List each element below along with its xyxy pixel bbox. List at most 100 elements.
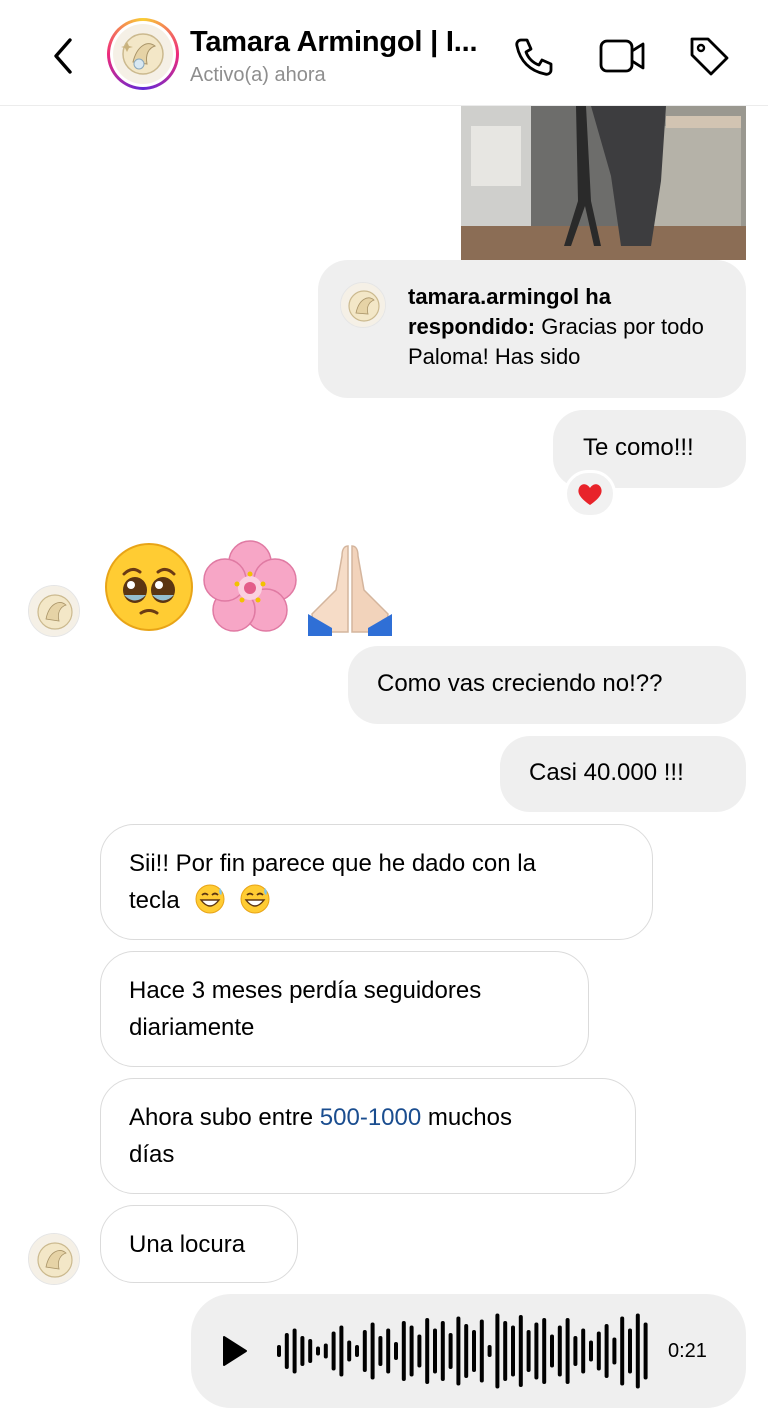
waveform-bar [518, 1315, 523, 1387]
message-text: Casi 40.000 !!! [529, 759, 684, 786]
message-sent[interactable]: Casi 40.000 !!! [500, 736, 746, 812]
message-text: Te como!!! [583, 434, 694, 461]
waveform-bar [401, 1321, 406, 1381]
waveform-bar [456, 1316, 461, 1386]
waveform-bar [277, 1345, 281, 1357]
waveform-bar [362, 1330, 367, 1372]
grinning-sweat-icon [240, 884, 270, 914]
message-received[interactable]: Hace 3 meses perdía seguidores diariamen… [100, 951, 589, 1067]
waveform-bar [409, 1325, 414, 1377]
waveform[interactable] [275, 1311, 653, 1391]
waveform-bar [378, 1336, 383, 1366]
waveform-bar [604, 1324, 609, 1378]
message-text: Hace 3 meses perdía seguidores diariamen… [129, 972, 481, 1046]
waveform-bar [300, 1336, 305, 1366]
number-link[interactable]: 500-1000 [320, 1104, 421, 1131]
waveform-bar [292, 1328, 297, 1374]
waveform-bar [479, 1319, 484, 1383]
waveform-bar [628, 1328, 632, 1374]
story-reply-avatar [340, 282, 386, 328]
avatar-illustration [29, 1234, 79, 1284]
waveform-bar [308, 1339, 313, 1363]
waveform-bar [433, 1328, 437, 1374]
play-icon [223, 1336, 247, 1366]
waveform-bar [425, 1318, 430, 1384]
photo-thumbnail [461, 106, 746, 260]
reaction-badge[interactable] [564, 470, 616, 518]
waveform-bar [386, 1328, 391, 1374]
message-segment: muchos [421, 1104, 512, 1131]
waveform-bar [581, 1328, 586, 1374]
waveform-bar [643, 1322, 648, 1380]
message-word: tecla [129, 887, 180, 914]
waveform-bar [472, 1330, 476, 1372]
video-call-button[interactable] [598, 36, 646, 81]
chevron-left-icon [54, 38, 72, 74]
waveform-bar [355, 1345, 359, 1357]
message-line: Sii!! Por fin parece que he dado con la [129, 850, 536, 877]
phone-icon [515, 38, 553, 76]
message-line: tecla [129, 882, 536, 919]
message-text: Una locura [129, 1231, 246, 1258]
waveform-bar [573, 1336, 578, 1366]
voice-duration: 0:21 [668, 1340, 707, 1362]
message-line: Hace 3 meses perdía seguidores [129, 977, 482, 1004]
message-received[interactable]: Ahora subo entre 500-1000 muchos días [100, 1078, 636, 1194]
waveform-bar [503, 1321, 508, 1381]
waveform-bar [347, 1340, 352, 1362]
waveform-bar [620, 1316, 625, 1386]
waveform-bar [284, 1333, 289, 1369]
heart-icon [578, 484, 602, 505]
message-text: Sii!! Por fin parece que he dado con la … [129, 845, 536, 919]
tag-icon [690, 37, 729, 76]
profile-avatar[interactable] [107, 18, 179, 90]
cherry-blossom-icon [203, 540, 297, 632]
chat-header: Tamara Armingol | I... Activo(a) ahora [0, 0, 768, 106]
waveform-bar [331, 1331, 336, 1371]
message-line: diariamente [129, 1014, 255, 1041]
waveform-bar [635, 1313, 640, 1389]
waveform-bar [542, 1318, 547, 1384]
waveform-bar [487, 1345, 492, 1357]
message-text: Como vas creciendo no!?? [377, 670, 663, 697]
voice-message[interactable]: 0:21 [191, 1294, 746, 1408]
waveform-bar [550, 1334, 554, 1368]
waveform-bar [589, 1340, 593, 1362]
waveform-bar [565, 1318, 570, 1384]
chat-title[interactable]: Tamara Armingol | I... [190, 26, 478, 59]
audio-call-button[interactable] [512, 36, 556, 83]
avatar-illustration [341, 283, 385, 327]
waveform-bar [394, 1342, 398, 1360]
tag-button[interactable] [686, 33, 732, 84]
waveform-bar [370, 1322, 375, 1380]
waveform-bar [316, 1346, 320, 1356]
avatar-illustration [113, 24, 173, 84]
message-sent[interactable]: Como vas creciendo no!?? [348, 646, 746, 724]
shared-photo[interactable] [461, 106, 746, 260]
waveform-bar [464, 1324, 469, 1378]
waveform-bar [557, 1325, 562, 1377]
message-line: Ahora subo entre 500-1000 muchos [129, 1099, 512, 1136]
sender-avatar[interactable] [28, 1233, 80, 1285]
message-line: días [129, 1141, 175, 1168]
waveform-bar [440, 1321, 445, 1381]
active-status: Activo(a) ahora [190, 64, 326, 86]
waveform-bar [511, 1325, 515, 1377]
play-button[interactable] [219, 1333, 251, 1369]
waveform-bar [417, 1334, 422, 1368]
message-received[interactable]: Sii!! Por fin parece que he dado con la … [100, 824, 653, 940]
emoji-message[interactable] [102, 540, 402, 636]
back-button[interactable] [44, 34, 84, 78]
waveform-bar [448, 1333, 453, 1369]
avatar-illustration [29, 586, 79, 636]
sender-avatar[interactable] [28, 585, 80, 637]
waveform-bar [612, 1337, 617, 1365]
waveform-bar [323, 1343, 328, 1359]
message-received[interactable]: Una locura [100, 1205, 298, 1283]
message-text: Ahora subo entre 500-1000 muchos días [129, 1099, 512, 1173]
pleading-face-icon [105, 543, 193, 631]
story-reply-bubble[interactable]: tamara.armingol ha respondido: Gracias p… [318, 260, 746, 398]
waveform-bar [495, 1313, 500, 1389]
waveform-bar [339, 1325, 344, 1377]
message-segment: Ahora subo entre [129, 1104, 320, 1131]
